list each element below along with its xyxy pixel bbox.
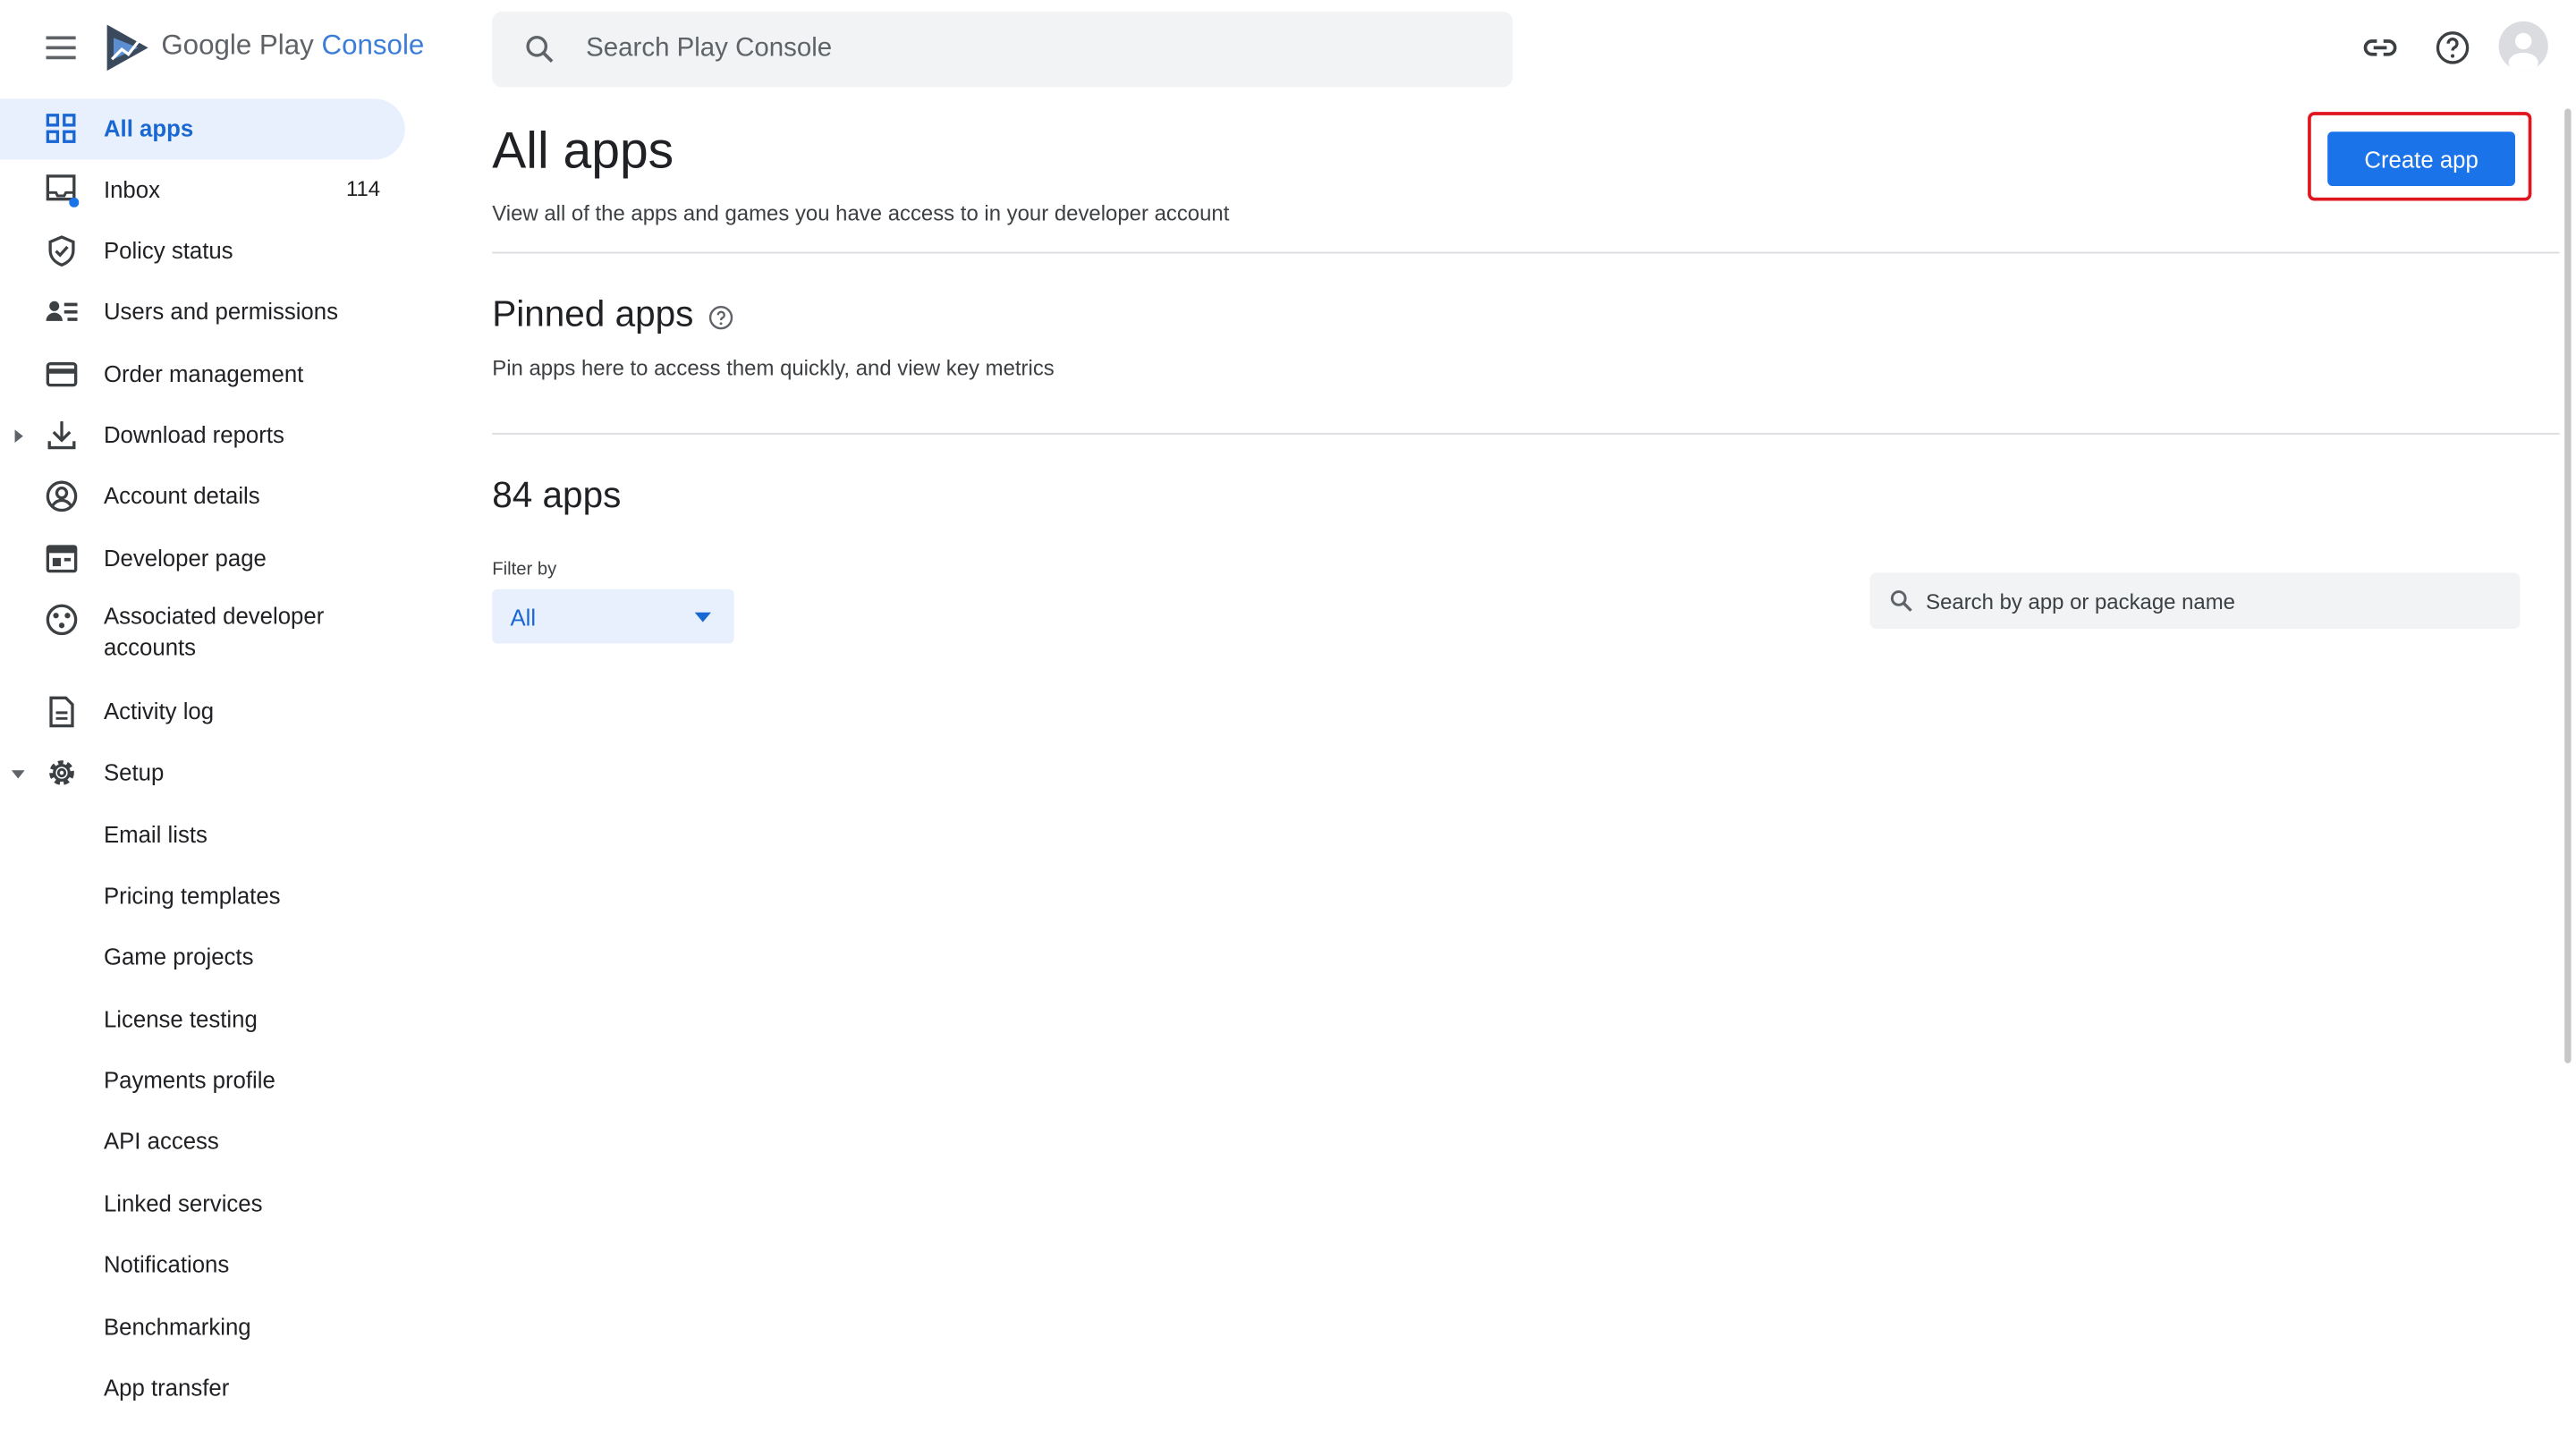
person-icon [2508,32,2538,72]
page-subtitle: View all of the apps and games you have … [492,200,1230,226]
sidebar-item-label: Associated developer accounts [103,602,325,660]
sidebar-item-label: Policy status [103,237,233,264]
shield-icon [48,235,75,267]
search-icon [526,36,554,64]
dropdown-arrow-icon [694,612,712,622]
global-search[interactable] [492,11,1513,88]
sidebar-item-label: All apps [103,114,194,142]
sidebar-item-policy-status[interactable]: Policy status [0,221,405,282]
scrollbar[interactable] [2564,108,2572,1063]
pinned-apps-title: Pinned apps [492,292,694,334]
sidebar-subitem-notifications[interactable]: Notifications [0,1234,405,1295]
divider [492,432,2560,435]
play-console-logo [106,24,148,72]
sidebar-subitem-email-lists[interactable]: Email lists [0,805,405,866]
sidebar-subitem-label: Payments profile [103,1066,275,1093]
sidebar-item-label: Users and permissions [103,298,338,325]
filter-dropdown[interactable]: All [492,589,734,644]
associated-accounts-icon [46,604,78,636]
link-icon[interactable] [2360,28,2400,67]
search-icon [1890,590,1912,612]
sidebar-subitem-app-transfer[interactable]: App transfer [0,1358,405,1418]
sidebar-subitem-license-testing[interactable]: License testing [0,989,405,1050]
sidebar-subitem-api-access[interactable]: API access [0,1111,405,1172]
brand-primary: Google Play [161,30,314,62]
sidebar-item-label: Account details [103,482,260,509]
sidebar-subitem-game-projects[interactable]: Game projects [0,927,405,987]
sidebar-item-account-details[interactable]: Account details [0,466,405,527]
sidebar-subitem-label: Game projects [103,943,254,970]
sidebar-item-all-apps[interactable]: All apps [0,98,405,160]
brand-name: Google Play Console [161,30,424,63]
gear-icon [49,760,74,785]
sidebar-subitem-label: Notifications [103,1250,230,1278]
sidebar-item-setup[interactable]: Setup [0,742,405,803]
sidebar-item-activity-log[interactable]: Activity log [0,682,405,742]
caret-down-icon[interactable] [10,766,26,782]
menu-icon[interactable] [43,31,79,64]
sidebar-subitem-pricing-templates[interactable]: Pricing templates [0,866,405,927]
filter-label: Filter by [492,559,557,580]
app-search-input[interactable] [1926,572,2503,629]
credit-card-icon [46,362,78,387]
sidebar-item-order-management[interactable]: Order management [0,344,405,405]
sidebar-item-download-reports[interactable]: Download reports [0,405,405,466]
sidebar-subitem-payments-profile[interactable]: Payments profile [0,1050,405,1111]
divider [492,251,2560,254]
brand-secondary: Console [321,30,425,62]
sidebar-subitem-label: Linked services [103,1190,263,1216]
sidebar-item-label: Activity log [103,698,215,724]
global-search-input[interactable] [586,11,1475,88]
sidebar-subitem-label: Pricing templates [103,882,281,909]
sidebar-subitem-label: License testing [103,1005,258,1032]
page-title: All apps [492,122,674,180]
sidebar-item-label: Inbox [103,175,160,203]
document-icon [49,696,74,728]
filter-value: All [510,604,537,631]
sidebar-subitem-label: App transfer [103,1374,230,1401]
grid-icon [46,114,76,143]
download-icon [47,421,76,450]
caret-right-icon[interactable] [10,428,26,444]
create-app-button[interactable]: Create app [2327,131,2515,186]
sidebar-subitem-label: Email lists [103,821,208,848]
sidebar-subitem-benchmarking[interactable]: Benchmarking [0,1297,405,1358]
sidebar-subitem-label: Benchmarking [103,1313,251,1341]
inbox-count-badge: 114 [345,175,381,201]
inbox-icon [46,174,80,207]
sidebar-item-inbox[interactable]: Inbox 114 [0,160,405,221]
web-page-icon [46,545,78,573]
sidebar-item-label: Setup [103,758,165,785]
sidebar-subitem-linked-services[interactable]: Linked services [0,1173,405,1234]
sidebar-item-label: Order management [103,360,304,387]
help-outline-icon[interactable] [708,304,733,330]
help-icon[interactable] [2433,28,2472,67]
sidebar-item-label: Download reports [103,421,284,448]
pinned-apps-subtitle: Pin apps here to access them quickly, an… [492,355,1055,381]
sidebar-item-label: Developer page [103,545,267,572]
apps-count-title: 84 apps [492,474,622,516]
sidebar-item-developer-page[interactable]: Developer page [0,529,405,589]
sidebar-subitem-label: API access [103,1127,219,1155]
sidebar-item-users-and-permissions[interactable]: Users and permissions [0,282,405,343]
account-circle-icon [46,480,78,512]
sidebar-item-associated-developer-accounts[interactable]: Associated developer accounts [0,589,405,668]
users-icon [46,301,78,321]
app-search[interactable] [1869,572,2521,629]
account-avatar[interactable] [2498,21,2548,72]
